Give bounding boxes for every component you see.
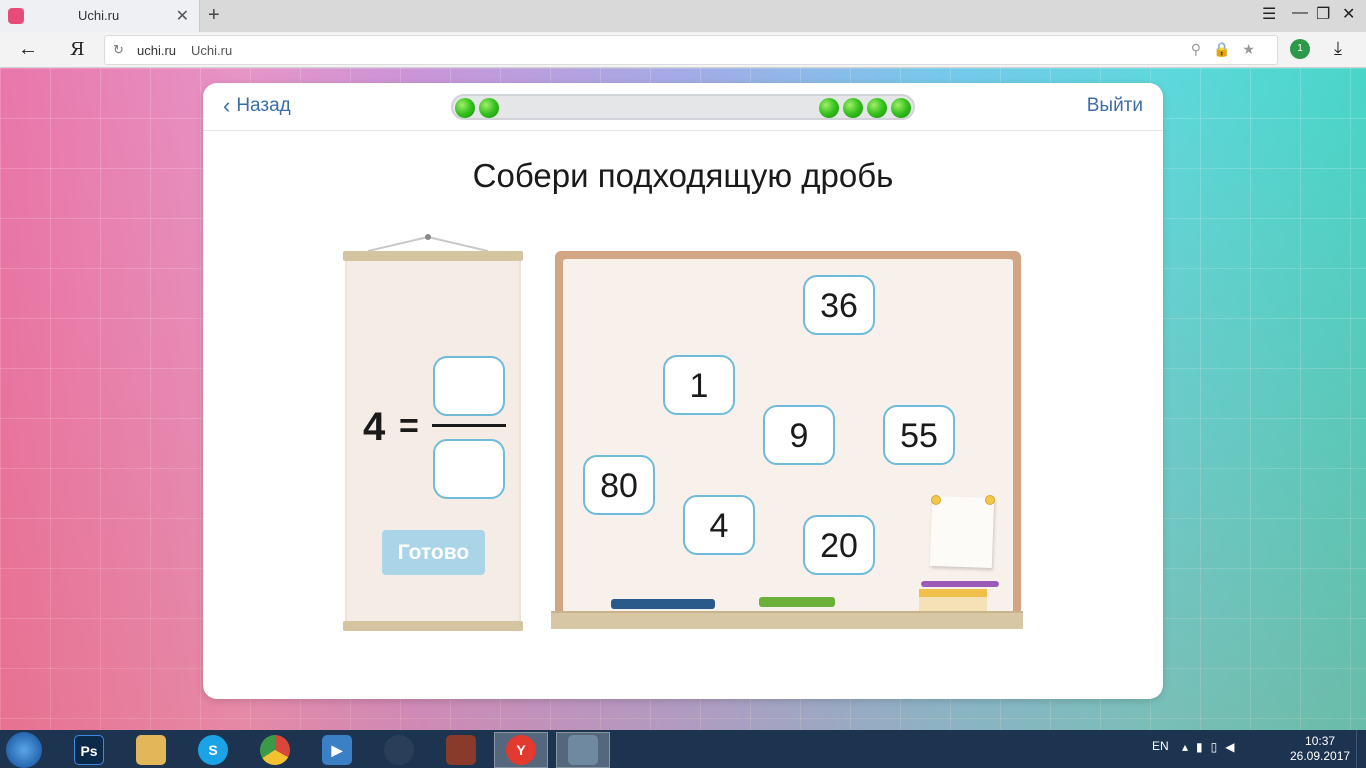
url-actions-icons[interactable]: ⚲🔒★ (1191, 41, 1267, 58)
numerator-slot[interactable] (433, 356, 505, 416)
blue-marker-icon (611, 599, 715, 609)
taskbar-app-steam[interactable] (372, 732, 426, 768)
progress-dot (819, 98, 839, 118)
card-header: ‹ Назад Выйти (203, 83, 1163, 131)
start-button[interactable] (6, 732, 42, 768)
equals-sign: = (399, 407, 419, 445)
clock-time: 10:37 (1305, 734, 1336, 748)
photoshop-icon: Ps (74, 735, 104, 765)
taskbar-app-media-player[interactable]: ▶ (310, 732, 364, 768)
progress-bar (451, 94, 915, 120)
number-tile[interactable]: 4 (683, 495, 755, 555)
system-tray-icons[interactable]: ▴▮▯◀ (1182, 740, 1242, 754)
number-tile[interactable]: 9 (763, 405, 835, 465)
progress-dot (479, 98, 499, 118)
back-link[interactable]: ‹ Назад (223, 95, 291, 117)
taskbar-app-monitor[interactable] (556, 732, 610, 768)
number-tile[interactable]: 20 (803, 515, 875, 575)
app-red-icon (446, 735, 476, 765)
scroll-hanger-string (368, 234, 488, 252)
tab-close-icon[interactable]: ✕ (176, 6, 189, 26)
restore-icon[interactable]: ❐ (1316, 4, 1330, 24)
download-icon[interactable]: ⤓ (1334, 38, 1342, 59)
exercise-card: ‹ Назад Выйти Собери подходящую дробь 4 … (203, 83, 1163, 699)
browser-tab[interactable]: Uchi.ru ✕ (0, 0, 200, 32)
progress-dot (891, 98, 911, 118)
url-page-title: Uchi.ru (191, 43, 233, 58)
back-link-label: Назад (236, 95, 291, 116)
scroll-rod-bottom (343, 621, 523, 631)
extension-shield-icon[interactable]: 1 (1290, 39, 1310, 59)
eraser-stack (919, 581, 999, 611)
uchi-favicon-icon (8, 8, 24, 24)
close-window-icon[interactable]: ✕ (1342, 4, 1355, 24)
url-domain: uchi.ru (137, 43, 177, 58)
fraction-bar (432, 424, 506, 427)
reload-icon[interactable]: ↻ (113, 42, 124, 58)
browser-tabbar: Uchi.ru ✕ + ☰ — ❐ ✕ (0, 0, 1366, 32)
taskbar-app-yandex-browser[interactable]: Y (494, 732, 548, 768)
folder-icon (136, 735, 166, 765)
chevron-left-icon: ‹ (223, 93, 231, 118)
new-tab-button[interactable]: + (208, 4, 220, 27)
taskbar-app-skype[interactable]: S (186, 732, 240, 768)
number-tile[interactable]: 36 (803, 275, 875, 335)
board-shelf (551, 611, 1023, 629)
chrome-icon (260, 735, 290, 765)
clock-date: 26.09.2017 (1290, 749, 1351, 763)
done-button[interactable]: Готово (382, 530, 485, 575)
url-input[interactable]: ↻ uchi.ru Uchi.ru ⚲🔒★ (104, 35, 1278, 65)
whole-number: 4 (363, 405, 386, 449)
progress-dot (455, 98, 475, 118)
monitor-icon (568, 735, 598, 765)
taskbar-app-red[interactable] (434, 732, 488, 768)
windows-taskbar: Ps S ▶ Y EN ▴▮▯◀ 10:37 26.09.2017 (0, 730, 1366, 768)
progress-dot (843, 98, 863, 118)
progress-dot (867, 98, 887, 118)
back-arrow-icon[interactable]: ← (18, 38, 38, 61)
taskbar-app-photoshop[interactable]: Ps (62, 732, 116, 768)
address-bar-row: ← Я ↻ uchi.ru Uchi.ru ⚲🔒★ (0, 32, 1366, 68)
menu-icon[interactable]: ☰ (1262, 4, 1276, 24)
number-tile[interactable]: 1 (663, 355, 735, 415)
skype-icon: S (198, 735, 228, 765)
taskbar-app-file-manager[interactable] (124, 732, 178, 768)
steam-icon (384, 735, 414, 765)
denominator-slot[interactable] (433, 439, 505, 499)
clock[interactable]: 10:37 26.09.2017 (1290, 734, 1350, 764)
exit-link[interactable]: Выйти (1087, 95, 1143, 117)
tab-title: Uchi.ru (78, 8, 120, 23)
scroll-rod-top (343, 251, 523, 261)
yandex-logo-icon[interactable]: Я (70, 39, 85, 60)
taskbar-app-chrome[interactable] (248, 732, 302, 768)
pushpin-icon (931, 495, 941, 505)
pushpin-icon (985, 495, 995, 505)
sticky-note (929, 495, 995, 569)
number-tile[interactable]: 80 (583, 455, 655, 515)
task-title: Собери подходящую дробь (472, 157, 894, 194)
number-tile[interactable]: 55 (883, 405, 955, 465)
yandex-browser-icon: Y (506, 735, 536, 765)
green-marker-icon (759, 597, 835, 607)
language-indicator[interactable]: EN (1152, 739, 1169, 753)
show-desktop-button[interactable] (1356, 730, 1366, 768)
minimize-icon[interactable]: — (1292, 4, 1308, 22)
media-player-icon: ▶ (322, 735, 352, 765)
